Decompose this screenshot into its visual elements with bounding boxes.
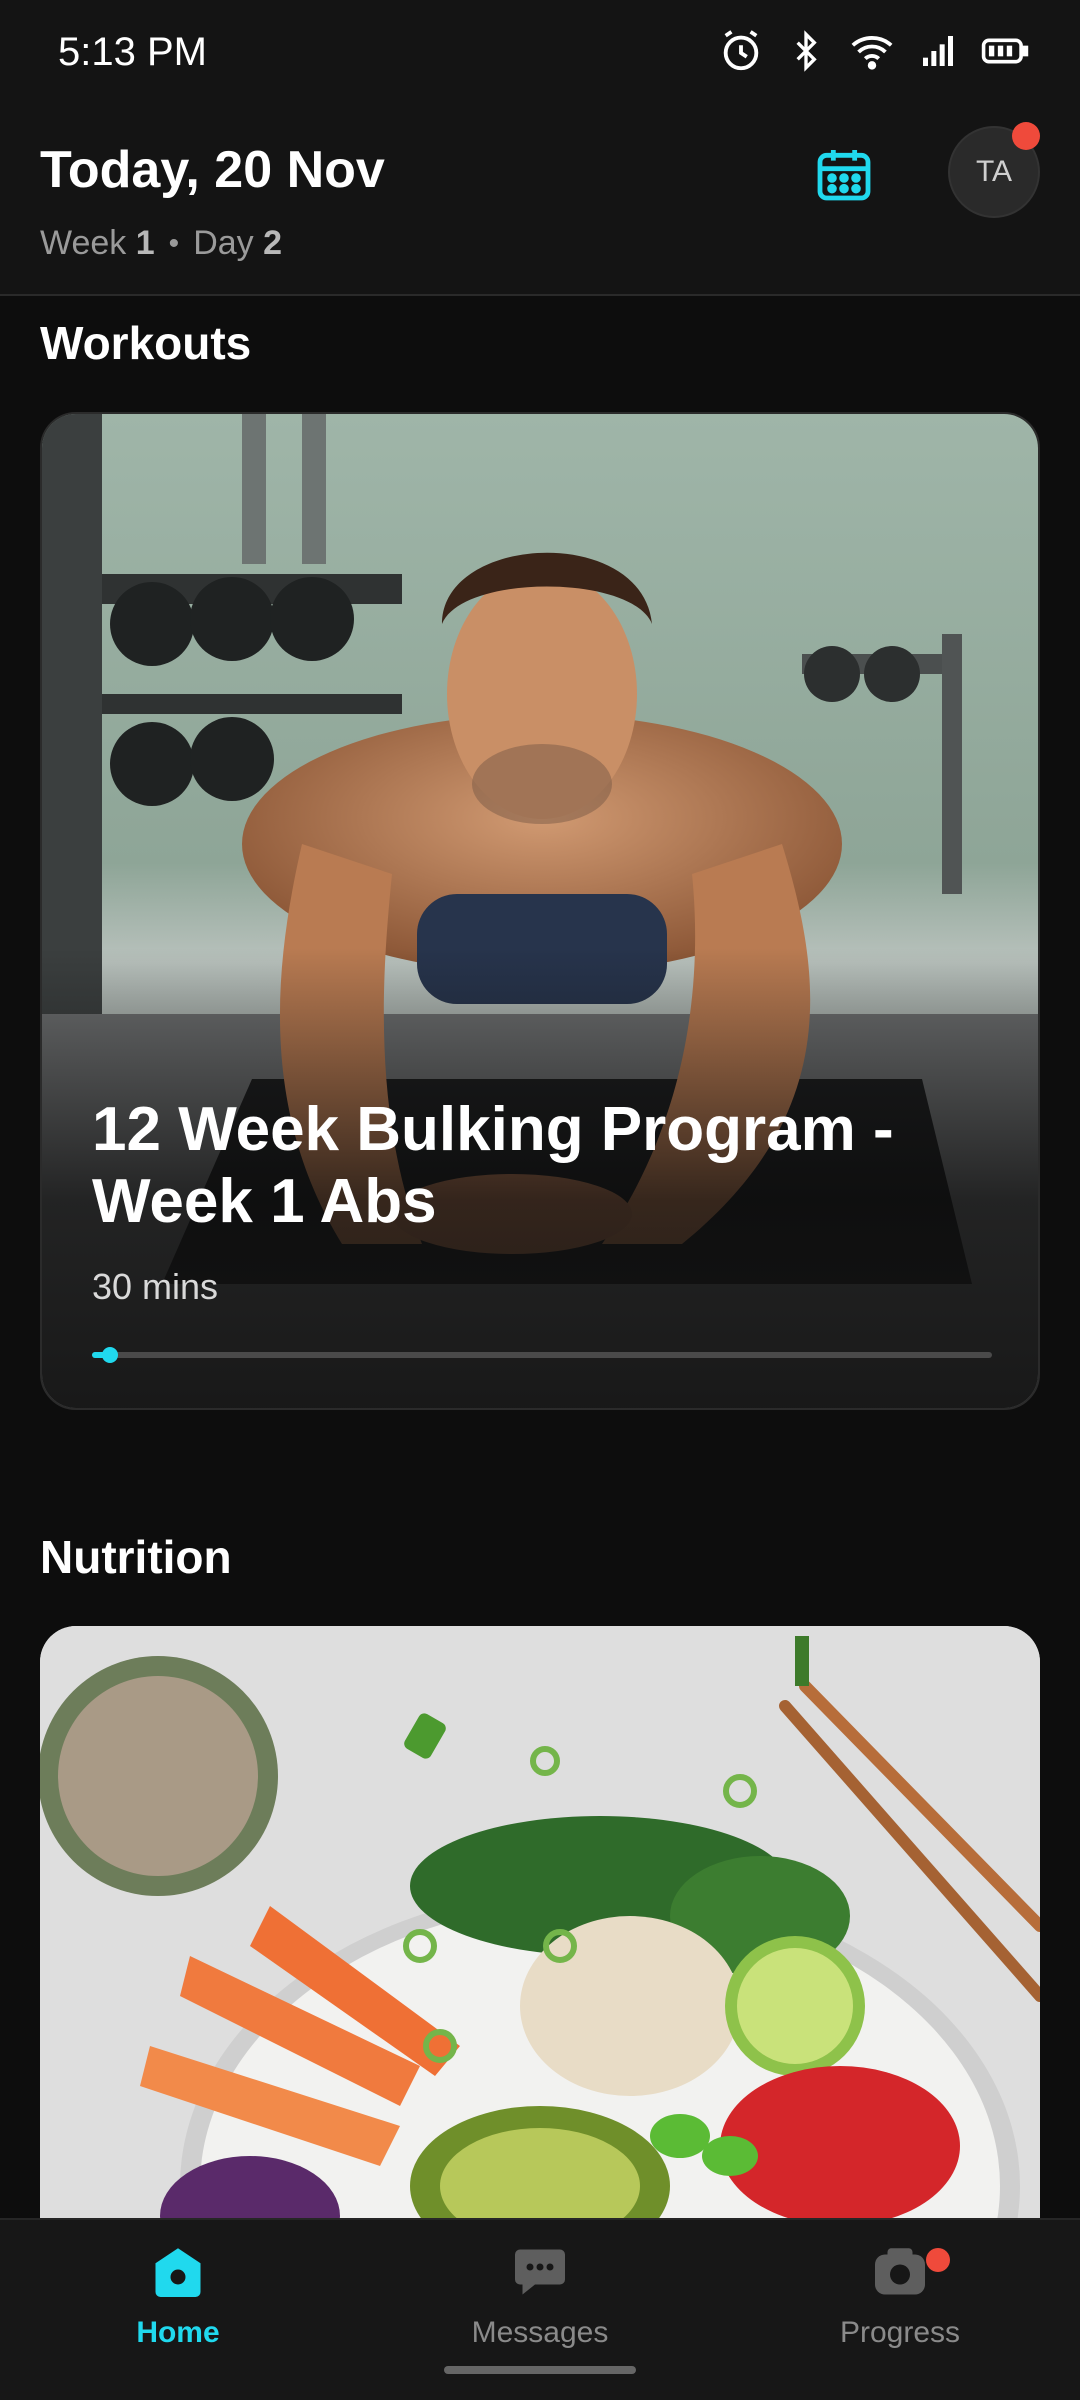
camera-icon (875, 2248, 925, 2295)
signal-icon (923, 36, 953, 66)
workout-card[interactable]: 12 Week Bulking Program - Week 1 Abs 30 … (40, 412, 1040, 1410)
header: Today, 20 Nov Week 1 • Day 2 TA (0, 110, 1080, 296)
status-icons (718, 28, 1030, 74)
nav-item-progress[interactable]: Progress (780, 2242, 1020, 2350)
battery-icon (981, 38, 1029, 64)
nav-item-messages[interactable]: Messages (420, 2242, 660, 2350)
chat-icon (515, 2249, 565, 2295)
nav-item-home[interactable]: Home (58, 2242, 298, 2350)
wifi-icon (851, 36, 893, 70)
status-bar: 5:13 PM (0, 0, 1080, 110)
nutrition-photo (40, 1626, 1040, 2246)
nav-label-progress: Progress (839, 2316, 961, 2349)
workout-progress-bar (92, 1347, 992, 1363)
nav-label-home: Home (136, 2316, 220, 2349)
page-title: Today, 20 Nov (40, 141, 385, 199)
status-time: 5:13 PM (58, 30, 207, 74)
calendar-button[interactable] (812, 142, 876, 206)
workout-duration: 30 mins (92, 1266, 219, 1307)
progress-notification-badge (926, 2248, 950, 2272)
bluetooth-icon (796, 30, 817, 72)
week-label: Week 1 (40, 224, 155, 262)
calendar-icon (817, 150, 871, 201)
progress-indicator (102, 1347, 118, 1363)
day-label: Day 2 (193, 224, 283, 262)
home-icon (155, 2248, 201, 2297)
nutrition-heading: Nutrition (40, 1531, 232, 1583)
week-day-indicator: Week 1 • Day 2 (40, 224, 282, 263)
notification-badge (1012, 122, 1040, 150)
alarm-icon (723, 30, 759, 71)
separator-dot: • (168, 226, 180, 260)
workout-title: 12 Week Bulking Program - Week 1 Abs (92, 1095, 894, 1236)
workouts-heading: Workouts (40, 317, 252, 369)
nutrition-card[interactable] (40, 1626, 1040, 2246)
nav-label-messages: Messages (471, 2316, 609, 2349)
home-indicator[interactable] (444, 2366, 636, 2374)
